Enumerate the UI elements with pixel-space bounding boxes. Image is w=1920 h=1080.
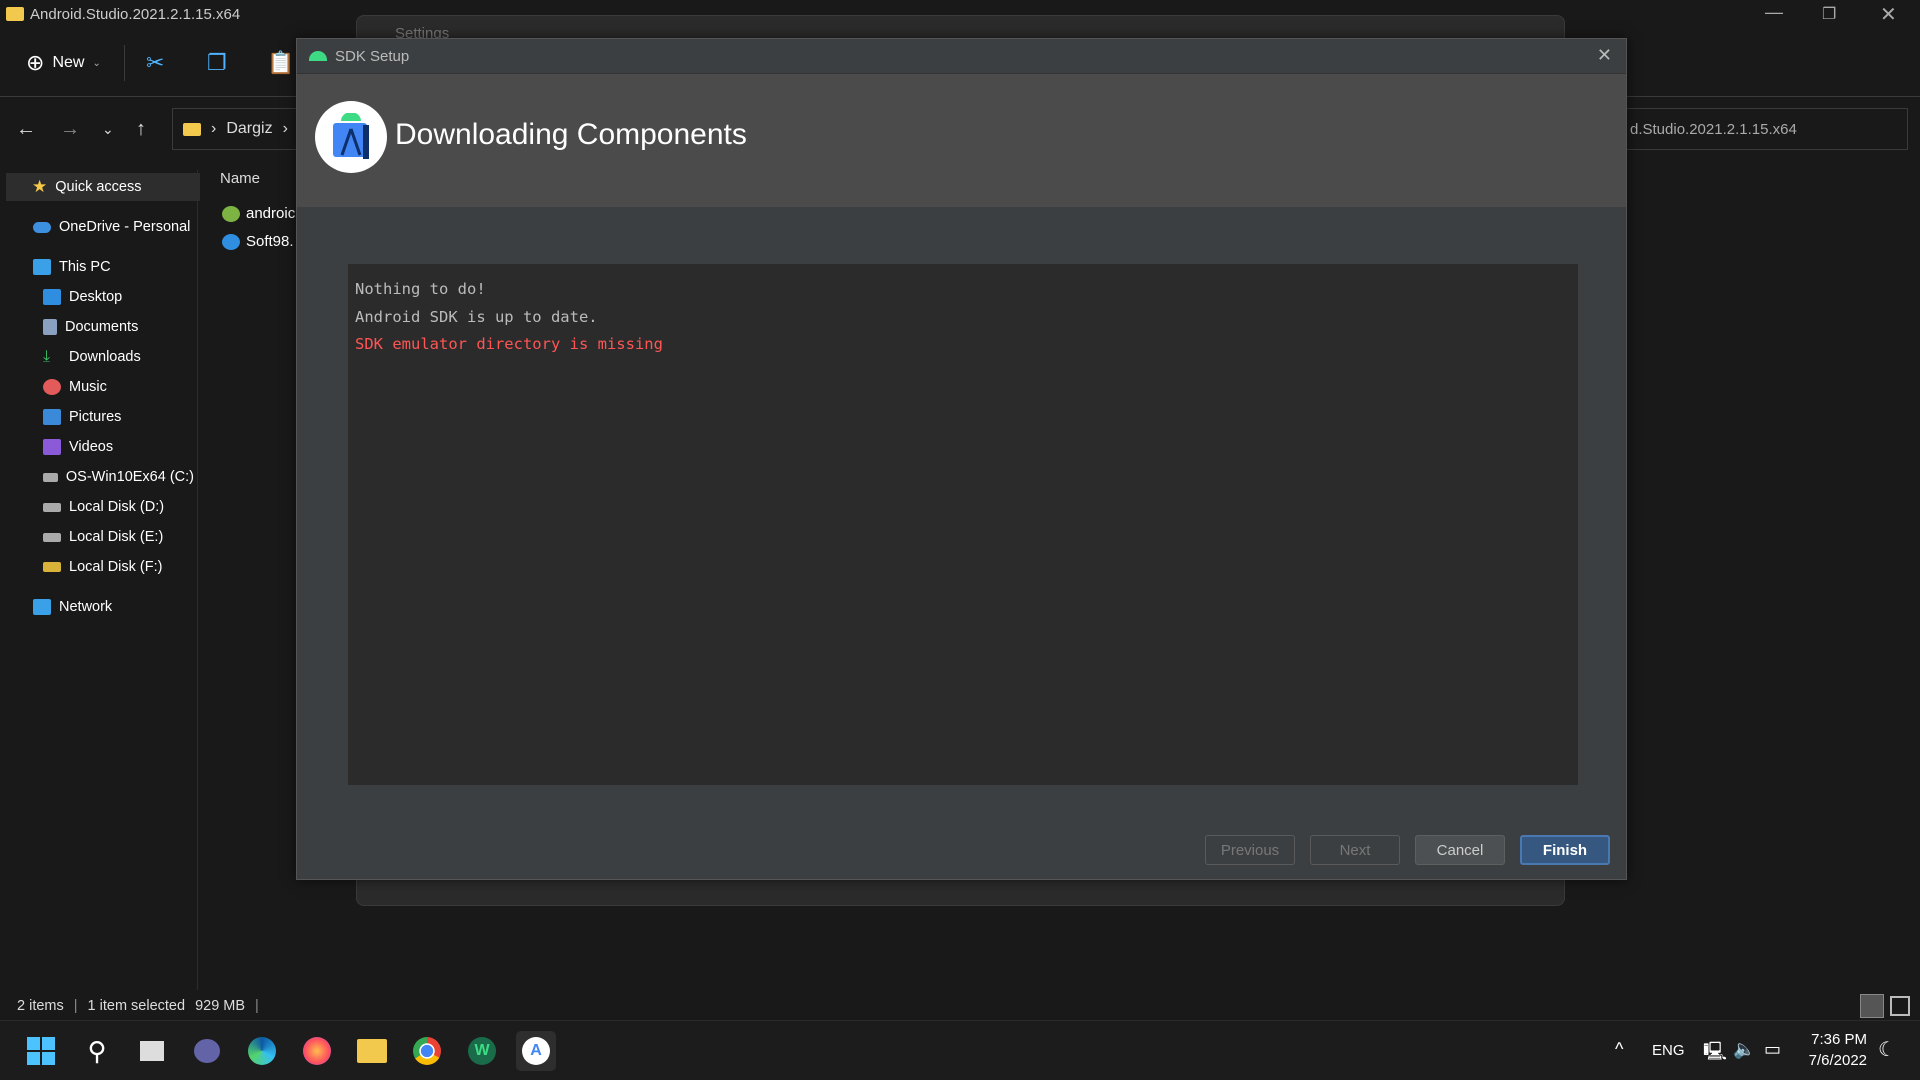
videos-icon (43, 439, 61, 455)
next-button[interactable]: Next (1310, 835, 1400, 865)
edge-icon[interactable] (242, 1031, 282, 1071)
back-button[interactable]: ← (16, 108, 36, 150)
sidebar-item-network[interactable]: Network (0, 593, 194, 621)
dialog-title: SDK Setup (335, 47, 410, 65)
sidebar-item-drive-f[interactable]: Local Disk (F:) (0, 553, 194, 581)
pictures-icon (43, 409, 61, 425)
android-studio-logo (315, 101, 387, 173)
task-view-icon[interactable] (132, 1031, 172, 1071)
battery-icon[interactable]: ▭ (1764, 1039, 1781, 1060)
copy-button[interactable]: ❐ (207, 35, 227, 91)
file-item[interactable]: Soft98. (222, 233, 294, 250)
dialog-heading: Downloading Components (395, 118, 747, 151)
console-output: Nothing to do! Android SDK is up to date… (348, 264, 1578, 785)
sidebar-item-documents[interactable]: Documents (0, 313, 194, 341)
sidebar-item-drive-e[interactable]: Local Disk (E:) (0, 523, 194, 551)
drive-lock-icon (43, 562, 61, 572)
volume-icon[interactable]: 🔈 (1733, 1039, 1755, 1060)
address-bar[interactable]: › Dargiz › (172, 108, 302, 150)
pc-icon (33, 259, 51, 275)
cloud-icon (33, 221, 51, 233)
sidebar-item-onedrive[interactable]: OneDrive - Personal (0, 213, 194, 241)
dialog-header: Downloading Components (297, 74, 1626, 207)
sidebar-item-desktop[interactable]: Desktop (0, 283, 194, 311)
copy-icon: ❐ (207, 50, 227, 75)
breadcrumb-item[interactable]: Dargiz (226, 120, 272, 138)
forward-button[interactable]: → (60, 108, 80, 150)
status-bar: 2 items | 1 item selected 929 MB | (0, 992, 1920, 1020)
network-icon[interactable]: 🖳 (1703, 1039, 1727, 1069)
network-icon (33, 599, 51, 615)
star-icon: ★ (32, 177, 48, 196)
drive-icon (43, 502, 61, 512)
teams-icon[interactable] (187, 1031, 227, 1071)
drive-icon (43, 472, 58, 482)
search-icon[interactable]: ⚲ (77, 1031, 117, 1071)
android-studio-taskbar-icon[interactable]: A (516, 1031, 556, 1071)
up-button[interactable]: ↑ (136, 108, 146, 150)
close-icon[interactable]: ✕ (1597, 45, 1612, 66)
sidebar-item-drive-c[interactable]: OS-Win10Ex64 (C:) (0, 463, 194, 491)
window-title: Android.Studio.2021.2.1.15.x64 (30, 6, 241, 23)
android-icon (309, 51, 327, 61)
console-line: Android SDK is up to date. (355, 307, 598, 326)
file-explorer-icon[interactable] (352, 1031, 392, 1071)
scissors-icon: ✂ (146, 50, 165, 75)
info-file-icon (222, 233, 240, 250)
new-button[interactable]: ⊕ New ⌄ (26, 35, 101, 91)
folder-icon (6, 7, 24, 21)
moon-icon[interactable]: ☾ (1878, 1037, 1896, 1062)
drive-icon (43, 532, 61, 542)
chevron-up-icon[interactable]: ^ (1615, 1039, 1623, 1060)
file-item[interactable]: androic (222, 205, 295, 222)
sidebar-item-pictures[interactable]: Pictures (0, 403, 194, 431)
column-header-name[interactable]: Name (220, 170, 260, 187)
sidebar-item-this-pc[interactable]: This PC (0, 253, 194, 281)
sdk-title-bar: SDK Setup ✕ (297, 39, 1626, 74)
minimize-button[interactable]: — (1765, 2, 1783, 23)
search-input[interactable]: d.Studio.2021.2.1.15.x64 (1600, 108, 1908, 150)
clock-time[interactable]: 7:36 PM (1811, 1031, 1867, 1048)
console-error-line: SDK emulator directory is missing (355, 335, 663, 353)
paste-button[interactable]: 📋 (267, 35, 294, 91)
chevron-down-icon: ⌄ (92, 57, 101, 69)
chrome-icon[interactable] (407, 1031, 447, 1071)
large-icons-view-button[interactable] (1890, 996, 1910, 1016)
sidebar-item-videos[interactable]: Videos (0, 433, 194, 461)
desktop-icon (43, 289, 61, 305)
paste-icon: 📋 (267, 50, 295, 75)
folder-icon (183, 122, 201, 136)
navigation-pane: ★ Quick access OneDrive - Personal This P… (0, 170, 200, 990)
sidebar-item-music[interactable]: Music (0, 373, 194, 401)
downloads-icon: ⤓ (43, 348, 51, 365)
cut-button[interactable]: ✂ (146, 35, 164, 91)
sidebar-item-downloads[interactable]: ⤓ Downloads (0, 343, 194, 371)
new-label: New (52, 54, 85, 71)
details-view-button[interactable] (1860, 994, 1884, 1018)
restore-button[interactable]: ❐ (1822, 4, 1836, 24)
previous-button[interactable]: Previous (1205, 835, 1295, 865)
taskbar: ⚲ W A ^ ENG 🖳 🔈 ▭ 7:36 PM 7/6/2022 ☾ (0, 1020, 1920, 1080)
recent-button[interactable]: ⌄ (102, 108, 114, 150)
sdk-setup-dialog: SDK Setup ✕ Downloading Components Nothi… (296, 38, 1627, 880)
cancel-button[interactable]: Cancel (1415, 835, 1505, 865)
language-indicator[interactable]: ENG (1652, 1042, 1685, 1059)
plus-circle-icon: ⊕ (26, 50, 45, 75)
sidebar-item-drive-d[interactable]: Local Disk (D:) (0, 493, 194, 521)
start-button[interactable] (21, 1031, 61, 1071)
clock-date[interactable]: 7/6/2022 (1804, 1052, 1867, 1069)
finish-button[interactable]: Finish (1520, 835, 1610, 865)
close-button[interactable]: ✕ (1880, 2, 1897, 27)
music-icon (43, 379, 61, 395)
firefox-icon[interactable] (297, 1031, 337, 1071)
winrar-icon[interactable]: W (462, 1031, 502, 1071)
android-file-icon (222, 205, 240, 222)
console-line: Nothing to do! (355, 280, 486, 298)
documents-icon (43, 319, 57, 335)
sidebar-item-quick-access[interactable]: ★ Quick access (6, 173, 200, 201)
